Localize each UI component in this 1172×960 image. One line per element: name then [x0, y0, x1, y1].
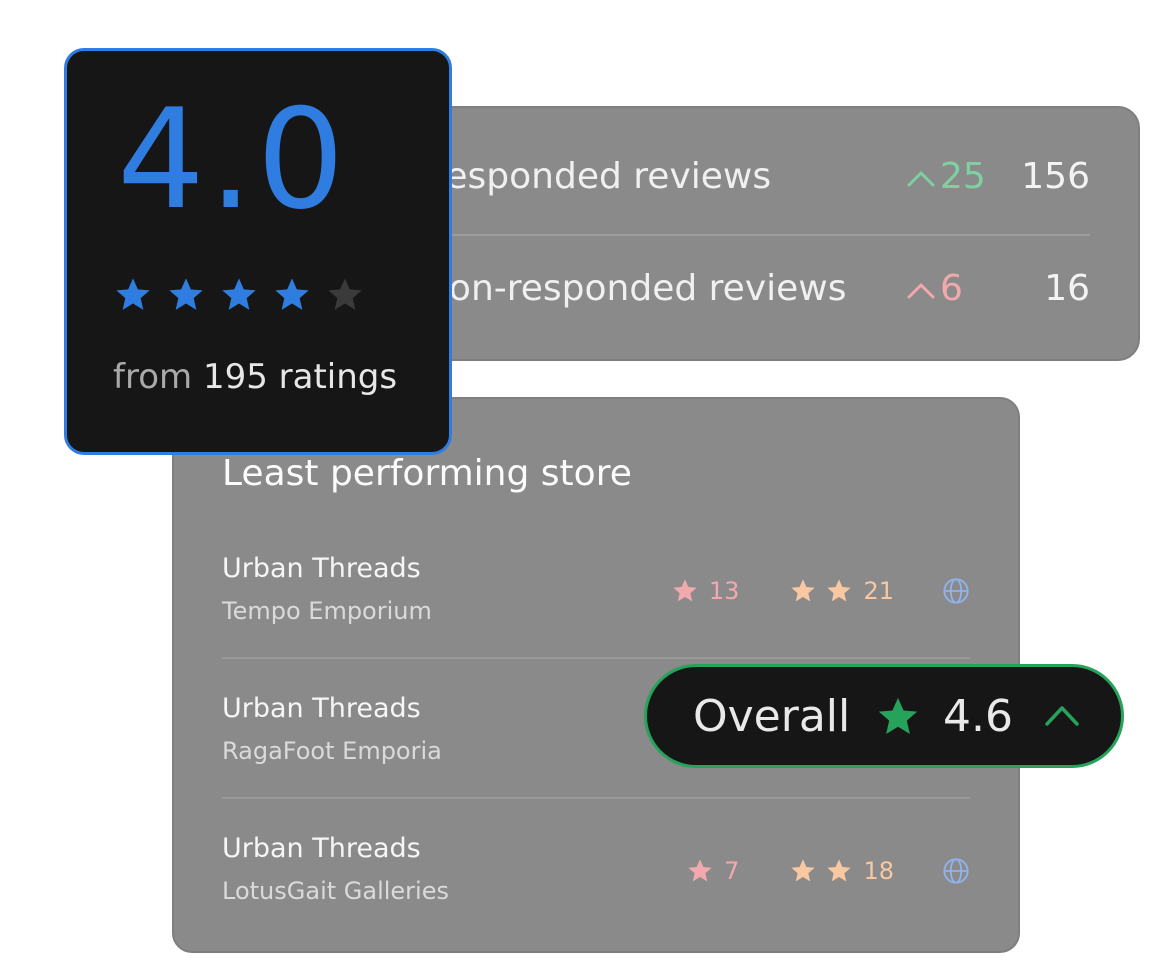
rating-stars: [113, 275, 365, 315]
two-star-metric: 21: [789, 577, 894, 605]
one-star-count: 7: [724, 857, 740, 885]
store-name: Urban Threads: [222, 693, 421, 724]
star-icon: [169, 278, 203, 310]
star-icon: [275, 278, 309, 310]
star-icon: [222, 278, 256, 310]
responded-trend-value: 25: [940, 156, 986, 197]
store-name: Urban Threads: [222, 553, 421, 584]
ratings-prefix: from: [113, 357, 193, 397]
star-icon: [688, 859, 712, 882]
overall-value: 4.6: [943, 691, 1013, 742]
one-star-metric: 7: [686, 857, 739, 885]
divider: [222, 657, 970, 659]
chevron-up-icon: [1045, 706, 1079, 726]
store-name: Urban Threads: [222, 833, 421, 864]
non-responded-reviews-row: Non-responded reviews 6 16: [422, 232, 1138, 344]
store-subtitle: RagaFoot Emporia: [222, 737, 442, 765]
store-subtitle: Tempo Emporium: [222, 597, 432, 625]
card-title: Least performing store: [222, 453, 632, 494]
one-star-count: 13: [708, 577, 740, 605]
rating-value: 4.0: [117, 79, 349, 240]
two-star-count: 18: [863, 857, 894, 885]
star-icon: [673, 579, 697, 602]
divider: [222, 797, 970, 799]
store-subtitle: LotusGait Galleries: [222, 877, 449, 905]
star-icon: [878, 697, 918, 735]
responded-trend: 25: [906, 156, 986, 197]
globe-icon[interactable]: [942, 577, 970, 605]
two-star-count: 21: [863, 577, 894, 605]
responded-count: 156: [1021, 156, 1090, 197]
responded-reviews-row: Responded reviews 25 156: [422, 120, 1138, 232]
rating-card: 4.0 from 195 ratings: [64, 48, 452, 455]
globe-icon[interactable]: [942, 857, 970, 885]
chevron-up-icon: [907, 283, 935, 299]
one-star-metric: 13: [671, 577, 740, 605]
store-row[interactable]: Urban Threads LotusGait Galleries 7 18: [222, 819, 970, 959]
star-icon: [827, 859, 852, 882]
two-star-metric: 18: [789, 857, 894, 885]
non-responded-trend: 6: [906, 268, 963, 309]
store-metrics: 7 18: [686, 853, 970, 889]
responded-reviews-label: Responded reviews: [422, 156, 772, 197]
star-icon: [116, 278, 150, 310]
ratings-count-text: from 195 ratings: [113, 357, 397, 397]
chevron-up-icon: [907, 171, 935, 187]
store-metrics: 13 21: [671, 573, 970, 609]
star-icon: [791, 859, 816, 882]
star-icon: [791, 579, 816, 602]
overall-rating-pill[interactable]: Overall 4.6: [644, 664, 1124, 768]
star-icon: [328, 278, 362, 310]
overall-label: Overall: [693, 691, 851, 742]
ratings-count: 195 ratings: [202, 357, 398, 397]
non-responded-trend-value: 6: [940, 268, 963, 309]
non-responded-count: 16: [1044, 268, 1090, 309]
star-icon: [827, 579, 852, 602]
non-responded-reviews-label: Non-responded reviews: [422, 268, 847, 309]
responses-card: Responded reviews 25 156 Non-responded r…: [420, 106, 1140, 361]
